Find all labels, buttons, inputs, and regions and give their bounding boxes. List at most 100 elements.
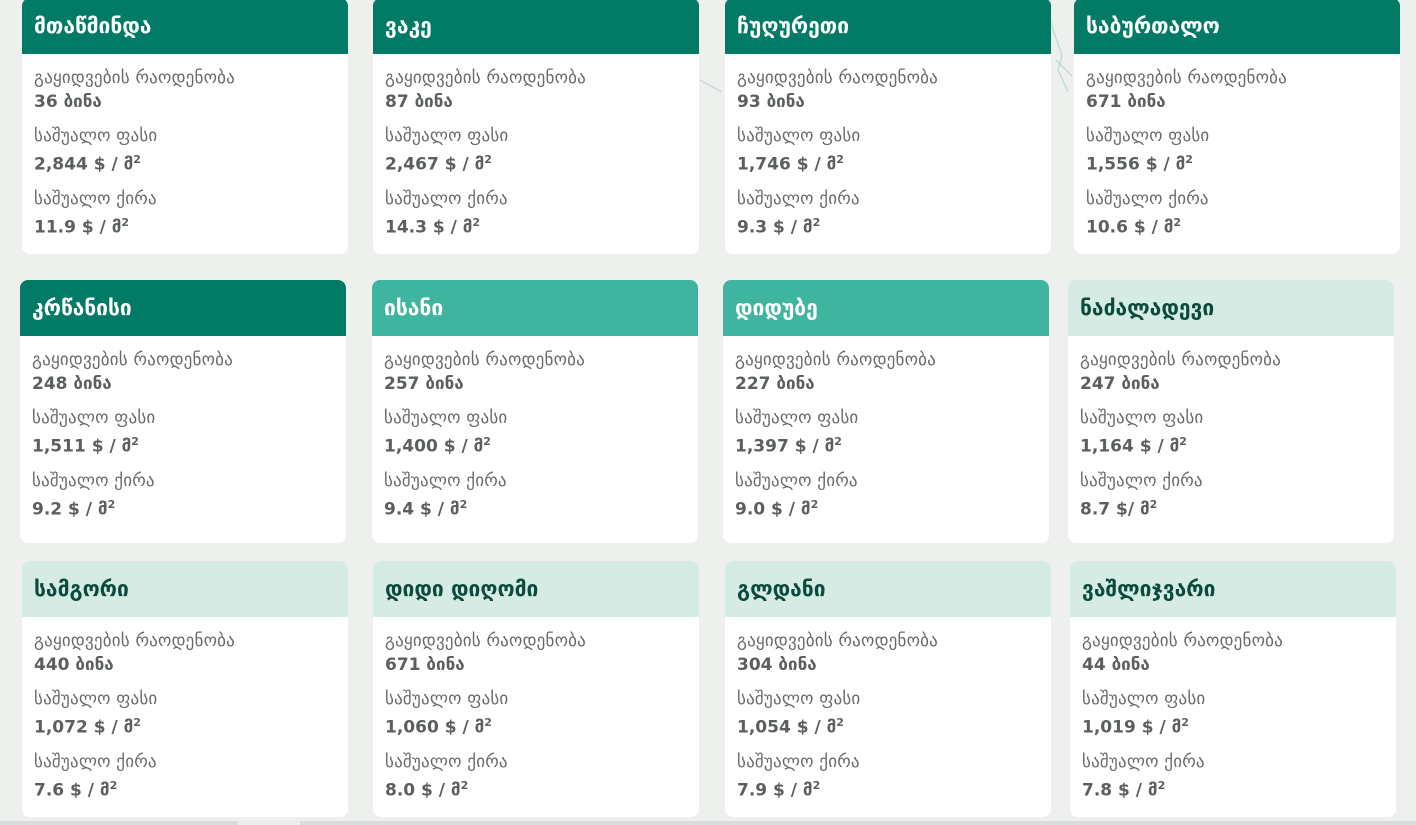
square-superscript: 2 [1157,778,1166,792]
district-card[interactable]: მთაწმინდა გაყიდვების რაოდენობა 36 ბინა ს… [22,0,348,254]
sales-label: გაყიდვების რაოდენობა [34,631,235,651]
sales-label: გაყიდვების რაოდენობა [385,68,586,88]
square-superscript: 2 [834,435,842,448]
square-superscript: 2 [107,497,116,511]
avg-price-value: 1,060 $ / მ2 [385,711,687,740]
sales-label: გაყიდვების რაოდენობა [384,350,585,370]
avg-price-label: საშუალო ფასი [737,689,861,709]
district-title: ისანი [372,280,698,336]
avg-rent-value: 7.8 $ / მ2 [1082,774,1384,803]
district-title: ნაძალადევი [1068,280,1394,336]
district-title: საბურთალო [1074,0,1400,54]
avg-rent-text: 9.4 $ / მ [384,499,460,520]
avg-rent-label: საშუალო ქირა [737,751,860,772]
avg-rent-label: საშუალო ქირა [34,751,157,772]
district-card[interactable]: ისანი გაყიდვების რაოდენობა 257 ბინა საშუ… [372,280,698,543]
district-title: ვაშლიჯვარი [1070,561,1396,617]
sales-label: გაყიდვების რაოდენობა [735,350,936,370]
avg-price-value: 1,054 $ / მ2 [737,711,1039,740]
avg-rent-text: 10.6 $ / მ [1086,217,1174,238]
avg-rent-text: 7.8 $ / მ [1082,780,1158,801]
sales-label: გაყიდვების რაოდენობა [737,68,938,88]
avg-price-value: 1,511 $ / მ2 [32,430,334,459]
avg-rent-text: 9.0 $ / მ [735,499,811,520]
avg-price-value: 1,072 $ / მ2 [34,711,336,740]
avg-price-text: 1,072 $ / მ [34,717,134,738]
square-superscript: 2 [459,497,468,511]
square-superscript: 2 [472,215,481,229]
district-title: მთაწმინდა [22,0,348,54]
square-superscript: 2 [133,716,141,729]
sales-value: 304 ბინა [737,655,817,675]
avg-price-text: 1,400 $ / მ [384,436,484,457]
avg-price-label: საშუალო ფასი [1082,689,1206,709]
square-superscript: 2 [131,435,139,448]
avg-price-value: 1,746 $ / მ2 [737,148,1039,177]
avg-rent-text: 9.3 $ / მ [737,217,813,238]
avg-price-text: 2,844 $ / მ [34,154,134,175]
district-card[interactable]: ვაკე გაყიდვების რაოდენობა 87 ბინა საშუალ… [373,0,699,254]
district-card[interactable]: კრწანისი გაყიდვების რაოდენობა 248 ბინა ს… [20,280,346,543]
avg-rent-label: საშუალო ქირა [1080,470,1203,491]
square-superscript: 2 [460,778,469,792]
scrollbar-thumb[interactable] [238,821,300,825]
avg-rent-label: საშუალო ქირა [1082,751,1205,772]
square-superscript: 2 [1179,435,1187,448]
sales-value: 671 ბინა [1086,92,1166,112]
district-card[interactable]: ნაძალადევი გაყიდვების რაოდენობა 247 ბინა… [1068,280,1394,543]
district-card[interactable]: საბურთალო გაყიდვების რაოდენობა 671 ბინა … [1074,0,1400,254]
square-superscript: 2 [121,215,130,229]
horizontal-scrollbar[interactable] [0,821,1416,825]
district-stats: გაყიდვების რაოდენობა 440 ბინა საშუალო ფა… [22,617,348,802]
district-stats: გაყიდვების რაოდენობა 247 ბინა საშუალო ფა… [1068,336,1394,521]
district-stats: გაყიდვების რაოდენობა 93 ბინა საშუალო ფას… [725,54,1051,239]
avg-price-label: საშუალო ფასი [1086,126,1210,146]
district-stats: გაყიდვების რაოდენობა 248 ბინა საშუალო ფა… [20,336,346,521]
avg-price-value: 2,844 $ / მ2 [34,148,336,177]
avg-rent-value: 9.4 $ / მ2 [384,493,686,522]
avg-rent-label: საშუალო ქირა [737,188,860,209]
square-superscript: 2 [484,716,492,729]
avg-price-label: საშუალო ფასი [385,689,509,709]
avg-price-text: 1,397 $ / მ [735,436,835,457]
district-card[interactable]: სამგორი გაყიდვების რაოდენობა 440 ბინა სა… [22,561,348,817]
avg-price-text: 2,467 $ / მ [385,154,485,175]
avg-price-text: 1,060 $ / მ [385,717,485,738]
district-title: დიდი დიღომი [373,561,699,617]
district-stats: გაყიდვების რაოდენობა 304 ბინა საშუალო ფა… [725,617,1051,802]
sales-label: გაყიდვების რაოდენობა [34,68,235,88]
district-title: ვაკე [373,0,699,54]
sales-value: 44 ბინა [1082,655,1150,675]
district-card[interactable]: ჩუღურეთი გაყიდვების რაოდენობა 93 ბინა სა… [725,0,1051,254]
square-superscript: 2 [810,497,819,511]
square-superscript: 2 [812,778,821,792]
avg-price-value: 1,400 $ / მ2 [384,430,686,459]
district-card[interactable]: დიდუბე გაყიდვების რაოდენობა 227 ბინა საშ… [723,280,1049,543]
avg-price-text: 1,164 $ / მ [1080,436,1180,457]
square-superscript: 2 [1185,153,1193,166]
square-superscript: 2 [109,778,118,792]
avg-price-label: საშუალო ფასი [385,126,509,146]
avg-price-text: 1,511 $ / მ [32,436,132,457]
avg-price-text: 1,019 $ / მ [1082,717,1182,738]
district-stats: გაყიდვების რაოდენობა 671 ბინა საშუალო ფა… [1074,54,1400,239]
square-superscript: 2 [1173,215,1182,229]
sales-value: 257 ბინა [384,374,464,394]
sales-value: 247 ბინა [1080,374,1160,394]
avg-rent-value: 7.9 $ / მ2 [737,774,1039,803]
district-stats: გაყიდვების რაოდენობა 671 ბინა საშუალო ფა… [373,617,699,802]
district-card[interactable]: გლდანი გაყიდვების რაოდენობა 304 ბინა საშ… [725,561,1051,817]
avg-rent-value: 8.7 $/ მ2 [1080,493,1382,522]
district-title: სამგორი [22,561,348,617]
avg-rent-value: 9.0 $ / მ2 [735,493,1037,522]
square-superscript: 2 [484,153,492,166]
square-superscript: 2 [133,153,141,166]
avg-rent-label: საშუალო ქირა [1086,188,1209,209]
sales-label: გაყიდვების რაოდენობა [385,631,586,651]
district-card[interactable]: ვაშლიჯვარი გაყიდვების რაოდენობა 44 ბინა … [1070,561,1396,817]
square-superscript: 2 [1181,716,1189,729]
avg-rent-value: 7.6 $ / მ2 [34,774,336,803]
district-title: ჩუღურეთი [725,0,1051,54]
district-card[interactable]: დიდი დიღომი გაყიდვების რაოდენობა 671 ბინ… [373,561,699,817]
avg-rent-label: საშუალო ქირა [384,470,507,491]
